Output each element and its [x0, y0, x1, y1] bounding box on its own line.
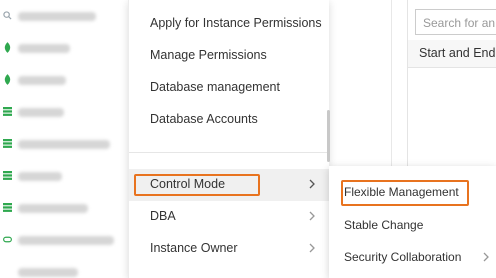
stack-icon: [3, 107, 12, 116]
list-item-label: [18, 268, 78, 277]
menu-item-apply-instance-permissions[interactable]: Apply for Instance Permissions: [129, 8, 329, 40]
list-item[interactable]: [0, 160, 128, 192]
leaf-icon: [4, 42, 11, 53]
menu-item-database-management[interactable]: Database management: [129, 72, 329, 104]
panel-divider: [391, 0, 392, 166]
right-panel: Search for an S Start and End: [407, 0, 496, 166]
list-item-label: [18, 172, 62, 181]
list-item-label: [18, 108, 64, 117]
list-item[interactable]: [0, 256, 128, 278]
list-item[interactable]: [0, 0, 128, 32]
list-item-label: [18, 44, 70, 53]
column-header-start-end[interactable]: Start and End: [408, 40, 496, 68]
list-item[interactable]: [0, 64, 128, 96]
menu-item-instance-owner[interactable]: Instance Owner: [129, 233, 329, 265]
leaf-icon: [4, 74, 11, 85]
submenu-item-security-collaboration[interactable]: Security Collaboration: [329, 241, 496, 273]
chevron-right-icon: [309, 243, 315, 253]
list-item[interactable]: [0, 192, 128, 224]
search-input[interactable]: Search for an S: [415, 9, 496, 35]
more-actions-menu: Apply for Instance Permissions Manage Pe…: [128, 0, 329, 278]
menu-scrollbar[interactable]: [327, 110, 330, 162]
list-item-label: [18, 236, 114, 245]
list-item[interactable]: [0, 224, 128, 256]
link-icon: [3, 236, 12, 243]
chevron-right-icon: [483, 252, 489, 262]
menu-divider: [129, 152, 329, 153]
submenu-item-flexible-management[interactable]: Flexible Management: [329, 176, 496, 208]
menu-item-database-accounts[interactable]: Database Accounts: [129, 104, 329, 136]
list-item[interactable]: [0, 96, 128, 128]
list-item[interactable]: [0, 32, 128, 64]
list-item-label: [18, 76, 66, 85]
chevron-right-icon: [309, 179, 315, 189]
list-item-label: [18, 12, 96, 21]
search-icon: [3, 11, 12, 20]
menu-item-manage-permissions[interactable]: Manage Permissions: [129, 40, 329, 72]
list-item-label: [18, 140, 110, 149]
menu-item-dba[interactable]: DBA: [129, 201, 329, 233]
instance-list: [0, 0, 128, 278]
chevron-right-icon: [309, 211, 315, 221]
submenu-item-stable-change[interactable]: Stable Change: [329, 209, 496, 241]
list-item-label: [18, 204, 88, 213]
control-mode-submenu: Flexible Management Stable Change Securi…: [329, 166, 496, 278]
stack-icon: [3, 171, 12, 180]
menu-item-control-mode[interactable]: Control Mode: [129, 169, 329, 201]
list-item[interactable]: [0, 128, 128, 160]
stack-icon: [3, 139, 12, 148]
stack-icon: [3, 203, 12, 212]
